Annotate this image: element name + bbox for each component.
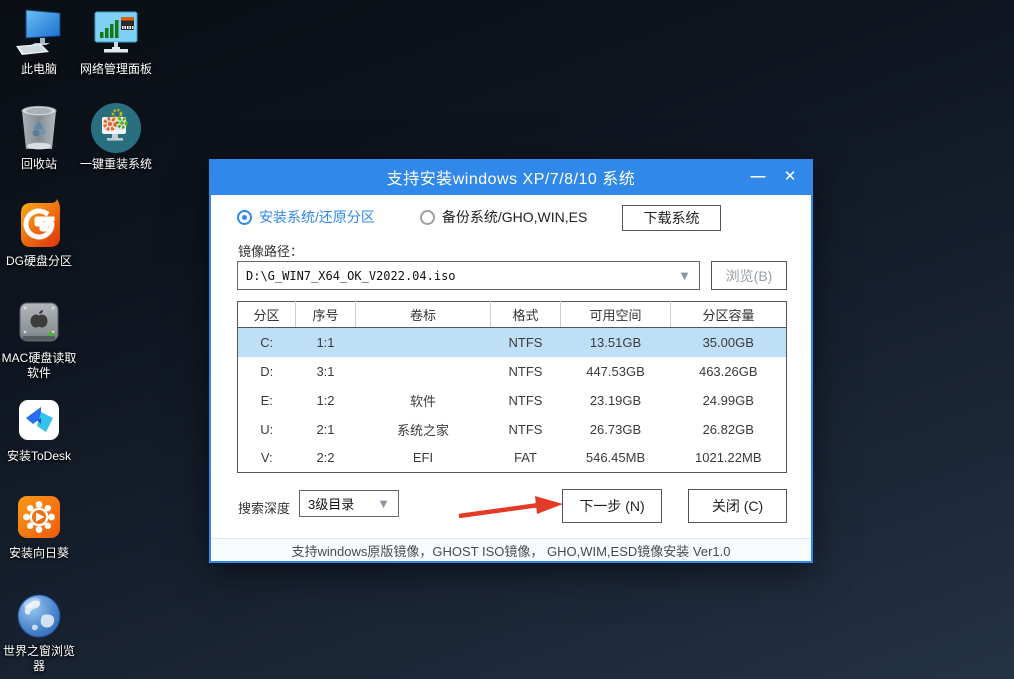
table-row-e[interactable]: E: 1:2 软件 NTFS 23.19GB 24.99GB [238,386,787,415]
cell: 2:2 [296,444,356,473]
desktop-icon-todesk[interactable]: 安装ToDesk [0,393,78,464]
table-row-c[interactable]: C: 1:1 NTFS 13.51GB 35.00GB [238,328,787,357]
col-header-capacity[interactable]: 分区容量 [671,302,787,328]
table-row-u[interactable]: U: 2:1 系统之家 NTFS 26.73GB 26.82GB [238,415,787,444]
desktop-icon-mac-disk[interactable]: MAC硬盘读取软件 [0,295,78,381]
desktop-icon-recycle-bin[interactable]: 回收站 [0,101,78,172]
cell: 系统之家 [356,415,491,444]
cell: FAT [491,444,561,473]
cell: NTFS [491,328,561,357]
cell: NTFS [491,386,561,415]
red-pointer-arrow [455,492,567,522]
col-header-index[interactable]: 序号 [296,302,356,328]
cell: 软件 [356,386,491,415]
cell: 24.99GB [671,386,787,415]
cell: U: [238,415,296,444]
download-system-button[interactable]: 下载系统 [622,205,721,231]
cell: EFI [356,444,491,473]
cell: 13.51GB [561,328,671,357]
reinstall-system-icon [77,101,155,155]
col-header-volume-label[interactable]: 卷标 [356,302,491,328]
cell: E: [238,386,296,415]
col-header-free-space[interactable]: 可用空间 [561,302,671,328]
desktop-icon-reinstall-system[interactable]: 一键重装系统 [77,101,155,172]
partition-table: 分区 序号 卷标 格式 可用空间 分区容量 C: 1:1 NTFS 13.51G… [237,301,787,473]
mode-radio-row: 安装系统/还原分区 备份系统/GHO,WIN,ES [237,207,587,227]
col-header-partition[interactable]: 分区 [238,302,296,328]
world-browser-icon [0,588,78,642]
search-depth-value: 3级目录 [308,494,354,513]
cell: D: [238,357,296,386]
cell [356,357,491,386]
desktop-icon-world-browser[interactable]: 世界之窗浏览器 [0,588,78,674]
close-icon[interactable]: ✕ [773,159,807,193]
radio-backup-label[interactable]: 备份系统/GHO,WIN,ES [442,207,587,227]
cell: C: [238,328,296,357]
desktop-icon-this-pc[interactable]: 此电脑 [0,6,78,77]
dialog-title: 支持安装windows XP/7/8/10 系统 [387,165,636,189]
cell: 463.26GB [671,357,787,386]
dialog-titlebar[interactable]: 支持安装windows XP/7/8/10 系统 — ✕ [209,159,813,195]
cell: 2:1 [296,415,356,444]
next-button[interactable]: 下一步 (N) [562,489,662,523]
cell: 1021.22MB [671,444,787,473]
desktop-icon-network-panel[interactable]: 网络管理面板 [77,6,155,77]
chevron-down-icon[interactable]: ▼ [377,496,390,511]
installer-dialog: 支持安装windows XP/7/8/10 系统 — ✕ 安装系统/还原分区 备… [209,159,813,563]
sunflower-icon [0,490,78,544]
recycle-bin-icon [0,101,78,155]
cell: 1:1 [296,328,356,357]
cell: NTFS [491,415,561,444]
cell: V: [238,444,296,473]
diskgenius-icon [0,198,78,252]
image-path-value: D:\G_WIN7_X64_OK_V2022.04.iso [246,269,456,283]
partition-table-header: 分区 序号 卷标 格式 可用空间 分区容量 [238,302,787,328]
dialog-body: 安装系统/还原分区 备份系统/GHO,WIN,ES 下载系统 镜像路径： D:\… [211,195,811,561]
close-button[interactable]: 关闭 (C) [688,489,787,523]
cell [356,328,491,357]
todesk-icon [0,393,78,447]
cell: 546.45MB [561,444,671,473]
cell: NTFS [491,357,561,386]
dialog-footer-status: 支持windows原版镜像，GHOST ISO镜像， GHO,WIM,ESD镜像… [211,538,811,561]
this-pc-icon [0,6,78,60]
desktop-icon-sunflower[interactable]: 安装向日葵 [0,490,78,561]
col-header-format[interactable]: 格式 [491,302,561,328]
browse-button[interactable]: 浏览(B) [711,261,787,290]
radio-backup-system[interactable] [420,210,435,225]
radio-install-system[interactable] [237,210,252,225]
table-row-d[interactable]: D: 3:1 NTFS 447.53GB 463.26GB [238,357,787,386]
cell: 1:2 [296,386,356,415]
minimize-icon[interactable]: — [741,159,775,193]
cell: 35.00GB [671,328,787,357]
search-depth-dropdown[interactable]: 3级目录 ▼ [299,490,399,517]
chevron-down-icon[interactable]: ▼ [678,268,691,283]
cell: 26.73GB [561,415,671,444]
image-path-label: 镜像路径： [238,241,303,260]
cell: 26.82GB [671,415,787,444]
cell: 3:1 [296,357,356,386]
network-panel-icon [77,6,155,60]
table-row-v[interactable]: V: 2:2 EFI FAT 546.45MB 1021.22MB [238,444,787,473]
mac-disk-icon [0,295,78,349]
radio-install-label[interactable]: 安装系统/还原分区 [259,207,375,227]
image-path-combobox[interactable]: D:\G_WIN7_X64_OK_V2022.04.iso ▼ [237,261,700,290]
cell: 23.19GB [561,386,671,415]
desktop-icon-diskgenius[interactable]: DG硬盘分区 [0,198,78,269]
search-depth-label: 搜索深度 [238,498,290,517]
cell: 447.53GB [561,357,671,386]
